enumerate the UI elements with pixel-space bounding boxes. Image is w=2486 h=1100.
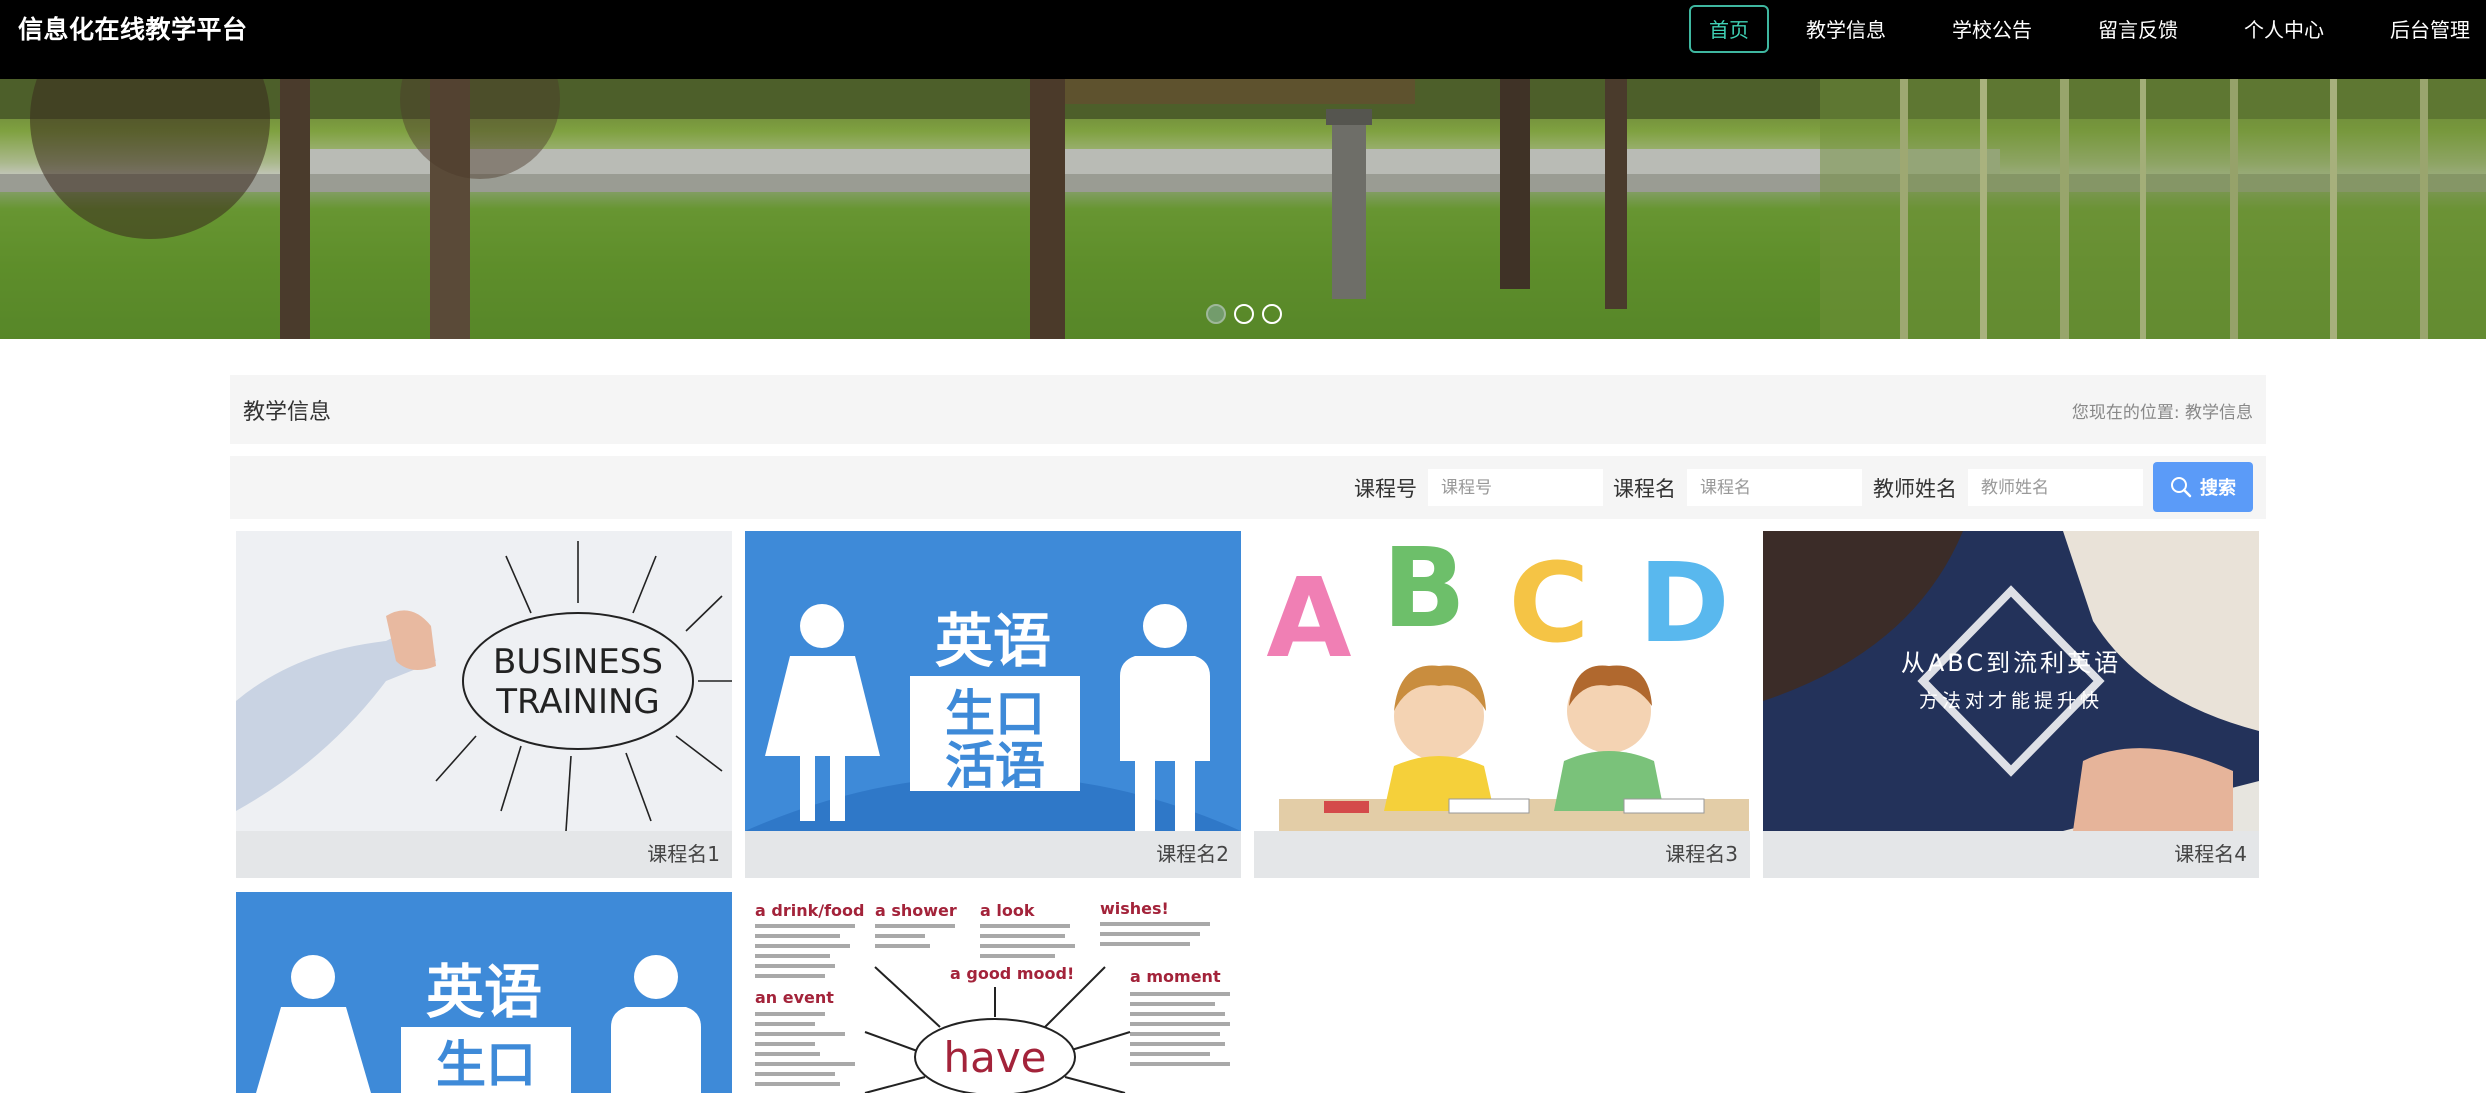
search-bar: 课程号 课程名 教师姓名 搜索 xyxy=(230,456,2266,519)
course-thumbnail: 英语 生口 xyxy=(236,892,732,1093)
carousel-dots xyxy=(1206,304,1282,324)
carousel-dot[interactable] xyxy=(1234,304,1254,324)
banner-carousel[interactable] xyxy=(0,79,2486,339)
course-thumbnail-text: BUSINESS xyxy=(493,642,663,682)
top-navbar: 信息化在线教学平台 首页 教学信息 学校公告 留言反馈 个人中心 后台管理 xyxy=(0,0,2486,79)
course-thumbnail-text: B xyxy=(1382,531,1466,652)
course-card[interactable]: 从ABC到流利英语 方法对才能提升快 课程名4 xyxy=(1763,531,2259,878)
course-id-label: 课程号 xyxy=(1354,476,1417,501)
course-thumbnail-text: a good mood! xyxy=(950,964,1074,983)
carousel-dot[interactable] xyxy=(1262,304,1282,324)
course-name-input[interactable] xyxy=(1687,469,1862,506)
breadcrumb: 您现在的位置: 教学信息 xyxy=(2072,398,2253,423)
nav-item-feedback[interactable]: 留言反馈 xyxy=(2069,5,2207,53)
course-thumbnail: 英语 生口 活语 xyxy=(745,531,1241,831)
course-name: 课程名4 xyxy=(2174,842,2247,866)
course-thumbnail-text: wishes! xyxy=(1100,899,1169,918)
course-name: 课程名2 xyxy=(1156,842,1229,866)
course-name: 课程名3 xyxy=(1665,842,1738,866)
nav-item-school-notices[interactable]: 学校公告 xyxy=(1923,5,2061,53)
course-thumbnail-text: A xyxy=(1266,554,1351,682)
course-thumbnail: a drink/food a shower a look wishes! a g… xyxy=(745,892,1241,1093)
course-card[interactable]: BUSINESS TRAINING 课程名1 xyxy=(236,531,732,878)
course-card[interactable]: 英语 生口 活语 课程名2 xyxy=(745,531,1241,878)
course-thumbnail-text: 生口 xyxy=(945,685,1045,743)
breadcrumb-current[interactable]: 教学信息 xyxy=(2185,403,2253,423)
banner-image xyxy=(0,79,2486,339)
breadcrumb-prefix: 您现在的位置: xyxy=(2071,403,2180,423)
nav-item-home[interactable]: 首页 xyxy=(1689,5,1769,53)
course-thumbnail-text: TRAINING xyxy=(495,682,660,722)
course-thumbnail-text: 从ABC到流利英语 xyxy=(1901,649,2121,677)
teacher-name-group: 教师姓名 xyxy=(1873,469,2143,506)
course-card[interactable]: 英语 生口 xyxy=(236,892,732,1093)
course-thumbnail: A B C D xyxy=(1254,531,1750,831)
course-name: 课程名1 xyxy=(647,842,720,866)
nav-item-personal-center[interactable]: 个人中心 xyxy=(2215,5,2353,53)
course-id-input[interactable] xyxy=(1428,469,1603,506)
course-id-group: 课程号 xyxy=(1354,469,1603,506)
course-card[interactable]: A B C D 课程名3 xyxy=(1254,531,1750,878)
course-thumbnail-text: a moment xyxy=(1130,967,1221,986)
site-title[interactable]: 信息化在线教学平台 xyxy=(18,10,248,46)
section-header: 教学信息 您现在的位置: 教学信息 xyxy=(230,375,2266,444)
course-thumbnail-text: an event xyxy=(755,988,834,1007)
section-title: 教学信息 xyxy=(243,400,332,425)
main-nav: 首页 教学信息 学校公告 留言反馈 个人中心 后台管理 xyxy=(1681,5,2486,53)
course-name-label: 课程名 xyxy=(1613,476,1676,501)
carousel-dot[interactable] xyxy=(1206,304,1226,324)
course-thumbnail-text: D xyxy=(1638,539,1729,667)
course-card[interactable]: a drink/food a shower a look wishes! a g… xyxy=(745,892,1241,1093)
course-thumbnail-text: a look xyxy=(980,901,1035,920)
course-thumbnail: BUSINESS TRAINING xyxy=(236,531,732,831)
nav-item-teaching-info[interactable]: 教学信息 xyxy=(1777,5,1915,53)
teacher-name-input[interactable] xyxy=(1968,469,2143,506)
search-icon xyxy=(2171,477,2192,498)
course-thumbnail-text: a drink/food xyxy=(755,901,864,920)
course-thumbnail-text: 英语 xyxy=(935,607,1051,675)
course-thumbnail-text: have xyxy=(943,1033,1046,1082)
course-thumbnail-text: 英语 xyxy=(426,958,542,1026)
course-thumbnail-text: C xyxy=(1509,539,1590,667)
course-thumbnail: 从ABC到流利英语 方法对才能提升快 xyxy=(1763,531,2259,831)
nav-item-admin[interactable]: 后台管理 xyxy=(2361,5,2486,53)
search-button[interactable]: 搜索 xyxy=(2153,462,2253,512)
course-name-group: 课程名 xyxy=(1613,469,1862,506)
course-thumbnail-text: a shower xyxy=(875,901,957,920)
teacher-name-label: 教师姓名 xyxy=(1873,476,1957,501)
course-thumbnail-text: 生口 xyxy=(436,1036,536,1093)
search-button-label: 搜索 xyxy=(2200,478,2236,499)
course-thumbnail-text: 活语 xyxy=(945,737,1045,795)
course-thumbnail-text: 方法对才能提升快 xyxy=(1919,690,2103,712)
